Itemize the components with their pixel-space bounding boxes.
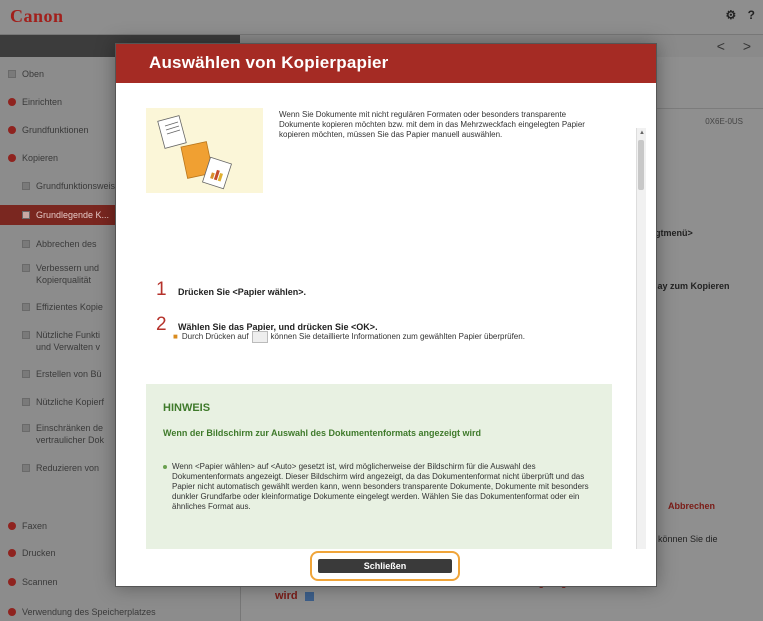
sidebar-item-label: und Verwalten v: [36, 342, 101, 352]
step-1-number: 1: [156, 279, 167, 300]
bullet-icon: ■: [173, 332, 178, 342]
sidebar-item-label: Nützliche Funkti: [36, 330, 101, 340]
note-subtitle: Wenn der Bildschirm zur Auswahl des Doku…: [163, 428, 482, 438]
step-2-number: 2: [156, 314, 167, 335]
category-bullet-icon: [8, 578, 16, 586]
page-icon: [22, 303, 30, 311]
paper-stack-icon: [157, 115, 232, 190]
sidebar-item-label: Kopieren: [22, 153, 59, 163]
dialog-header: Auswählen von Kopierpapier: [116, 44, 656, 83]
document-code: 0X6E-0US: [705, 117, 743, 126]
sidebar-item-label: Kopierqualität: [36, 275, 92, 285]
bg-text-display: lay zum Kopieren: [655, 281, 730, 291]
category-bullet-icon: [8, 126, 16, 134]
bullet-icon: [163, 465, 167, 469]
page-icon: [22, 264, 30, 272]
bg-cancel-link[interactable]: Abbrechen: [668, 501, 715, 511]
bg-text-menu: gtmenü>: [655, 228, 693, 238]
page-icon: [22, 424, 30, 432]
details-key-icon: [251, 331, 268, 343]
sidebar-item-label: Scannen: [22, 577, 58, 587]
sidebar-item-label: Grundfunktionen: [22, 125, 89, 135]
paper-selection-dialog: Auswählen von Kopierpapier Wenn Sie Doku…: [115, 43, 657, 587]
bg-text-can: können Sie die: [658, 534, 718, 544]
note-title: HINWEIS: [163, 402, 211, 414]
sidebar-item-label: Verbessern und: [36, 263, 100, 273]
sidebar-item-label: Abbrechen des: [36, 239, 97, 249]
help-icon[interactable]: ?: [748, 8, 755, 22]
dialog-title: Auswählen von Kopierpapier: [149, 53, 389, 72]
sidebar-item-label: Einrichten: [22, 97, 63, 107]
page-icon: [22, 398, 30, 406]
note-box: HINWEIS Wenn der Bildschirm zur Auswahl …: [146, 384, 612, 574]
page-icon: [22, 182, 30, 190]
sidebar-item-label: Einschränken de: [36, 423, 104, 433]
sidebar-item-label: Grundfunktionsweise: [36, 181, 121, 191]
top-bar: Canon ⚙ ?: [0, 0, 763, 35]
dialog-body: Wenn Sie Dokumente mit nicht regulären F…: [116, 83, 656, 580]
close-button-focus-ring[interactable]: Schließen: [310, 551, 460, 581]
category-bullet-icon: [8, 98, 16, 106]
sidebar-item-label: Grundlegende K...: [36, 210, 110, 220]
scroll-up-icon[interactable]: ▲: [639, 130, 645, 136]
top-icons: ⚙ ?: [718, 8, 755, 22]
intro-text: Wenn Sie Dokumente mit nicht regulären F…: [279, 110, 585, 139]
page-icon: [22, 464, 30, 472]
category-bullet-icon: [8, 549, 16, 557]
canon-logo: Canon: [10, 6, 64, 26]
category-bullet-icon: [8, 522, 16, 530]
copy-paper-illustration: [146, 108, 263, 193]
sidebar-item-label: vertraulicher Dok: [36, 435, 105, 445]
close-button[interactable]: Schließen: [318, 559, 452, 573]
category-bullet-icon: [8, 154, 16, 162]
prev-page-icon[interactable]: <: [717, 38, 725, 54]
gear-icon[interactable]: ⚙: [726, 8, 737, 22]
next-page-icon[interactable]: >: [743, 38, 751, 54]
sidebar-item-label: Effizientes Kopie: [36, 302, 103, 312]
sidebar-item-label: Verwendung des Speicherplatzes: [22, 607, 156, 617]
dialog-scrollbar[interactable]: ▲ ▼: [636, 128, 646, 573]
page-icon: [22, 331, 30, 339]
step-1-text: Drücken Sie <Papier wählen>.: [178, 287, 307, 297]
sidebar-item-label: Nützliche Kopierf: [36, 397, 105, 407]
page-icon: [22, 370, 30, 378]
info-icon: [304, 591, 314, 601]
page-nav: < >: [703, 38, 751, 54]
sidebar-item-label: Erstellen von Bü: [36, 369, 102, 379]
category-bullet-icon: [8, 608, 16, 616]
page-icon: [22, 240, 30, 248]
page-icon: [8, 70, 16, 78]
sidebar-item[interactable]: Verwendung des Speicherplatzes: [0, 607, 240, 618]
sidebar-item-label: Oben: [22, 69, 45, 79]
sidebar-item-label: Faxen: [22, 521, 48, 531]
sidebar-item-label: Reduzieren von: [36, 463, 100, 473]
note-text: Wenn <Papier wählen> auf <Auto> gesetzt …: [163, 462, 592, 512]
page-icon: [22, 211, 30, 219]
scroll-thumb[interactable]: [638, 140, 644, 190]
step-2-note: ■ Durch Drücken auf können Sie detailliert…: [173, 331, 525, 343]
sidebar-item-label: Drucken: [22, 548, 56, 558]
